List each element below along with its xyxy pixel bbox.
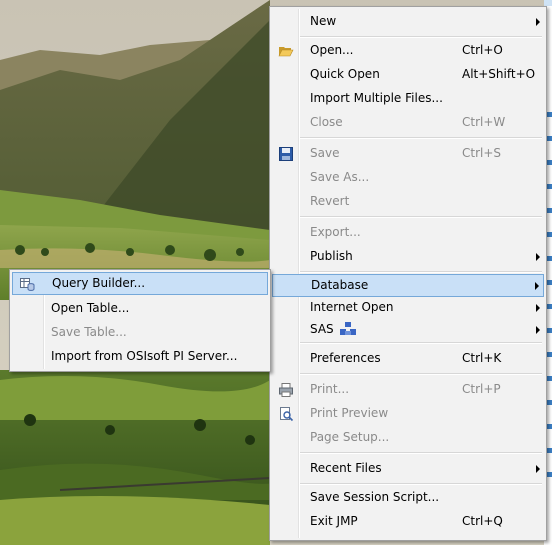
menu-item-print-preview[interactable]: Print Preview	[272, 402, 544, 425]
submenu-arrow-icon	[536, 326, 540, 334]
menu-item-shortcut: Ctrl+O	[462, 43, 503, 57]
menu-item-label: Save	[310, 146, 340, 160]
query-builder-icon	[19, 276, 35, 292]
menu-item-sas[interactable]: SAS	[272, 318, 544, 341]
menu-item-label: Print Preview	[310, 406, 389, 420]
folder-open-icon	[278, 43, 294, 59]
menu-item-shortcut: Ctrl+S	[462, 146, 502, 160]
menu-item-label: Database	[311, 278, 369, 292]
menu-separator	[300, 36, 542, 38]
menu-item-label: Import from OSIsoft PI Server...	[51, 349, 238, 363]
menu-item-label: Save As...	[310, 170, 370, 184]
menu-separator	[300, 137, 542, 139]
file-menu: New Open... Ctrl+O Quick Open Alt+Shift+…	[269, 6, 547, 541]
menu-item-shortcut: Ctrl+K	[462, 351, 502, 365]
menu-item-label: SAS	[310, 322, 334, 336]
submenu-arrow-icon	[536, 253, 540, 261]
submenu-arrow-icon	[536, 18, 540, 26]
menu-item-print[interactable]: Print... Ctrl+P	[272, 378, 544, 401]
menu-item-label: Print...	[310, 382, 350, 396]
menu-separator	[300, 452, 542, 454]
submenu-arrow-icon	[535, 282, 539, 290]
submenu-item-import-osisoft-pi[interactable]: Import from OSIsoft PI Server...	[12, 345, 268, 368]
menu-separator	[300, 216, 542, 218]
menu-item-label: Save Table...	[51, 325, 127, 339]
menu-item-label: Preferences	[310, 351, 381, 365]
menu-item-publish[interactable]: Publish	[272, 245, 544, 268]
menu-item-label: Close	[310, 115, 343, 129]
menu-item-shortcut: Alt+Shift+O	[462, 67, 536, 81]
menu-item-label: Revert	[310, 194, 350, 208]
menu-item-label: Import Multiple Files...	[310, 91, 443, 105]
menu-item-shortcut: Ctrl+P	[462, 382, 501, 396]
menu-item-import-multiple-files[interactable]: Import Multiple Files...	[272, 87, 544, 110]
menu-item-quick-open[interactable]: Quick Open Alt+Shift+O	[272, 63, 544, 86]
menu-item-label: Query Builder...	[52, 276, 146, 290]
menu-item-recent-files[interactable]: Recent Files	[272, 457, 544, 480]
submenu-item-save-table[interactable]: Save Table...	[12, 321, 268, 344]
submenu-item-query-builder[interactable]: Query Builder...	[12, 272, 268, 295]
menu-separator	[300, 373, 542, 375]
menu-item-new[interactable]: New	[272, 10, 544, 33]
submenu-item-open-table[interactable]: Open Table...	[12, 297, 268, 320]
menu-item-label: Quick Open	[310, 67, 380, 81]
sas-logo-icon	[339, 322, 356, 339]
menu-item-database[interactable]: Database	[272, 274, 544, 297]
menu-item-label: Internet Open	[310, 300, 394, 314]
submenu-arrow-icon	[536, 304, 540, 312]
menu-item-label: Save Session Script...	[310, 490, 440, 504]
menu-item-label-wrap: SAS	[310, 322, 356, 339]
database-submenu: Query Builder... Open Table... Save Tabl…	[9, 269, 271, 372]
menu-item-open[interactable]: Open... Ctrl+O	[272, 39, 544, 62]
menu-item-preferences[interactable]: Preferences Ctrl+K	[272, 347, 544, 370]
menu-item-label: Exit JMP	[310, 514, 358, 528]
menu-item-shortcut: Ctrl+W	[462, 115, 506, 129]
printer-icon	[278, 382, 294, 398]
menu-separator	[300, 342, 542, 344]
menu-item-label: Export...	[310, 225, 361, 239]
menu-item-revert[interactable]: Revert	[272, 190, 544, 213]
floppy-disk-icon	[278, 146, 294, 162]
menu-item-label: Open Table...	[51, 301, 130, 315]
menu-separator	[300, 271, 542, 273]
menu-item-label: Open...	[310, 43, 354, 57]
menu-item-save[interactable]: Save Ctrl+S	[272, 142, 544, 165]
menu-separator	[300, 483, 542, 485]
menu-item-save-as[interactable]: Save As...	[272, 166, 544, 189]
menu-item-save-session-script[interactable]: Save Session Script...	[272, 486, 544, 509]
submenu-arrow-icon	[536, 465, 540, 473]
menu-item-label: Publish	[310, 249, 353, 263]
menu-item-page-setup[interactable]: Page Setup...	[272, 426, 544, 449]
menu-item-export[interactable]: Export...	[272, 221, 544, 244]
print-preview-icon	[278, 406, 294, 422]
menu-item-exit-jmp[interactable]: Exit JMP Ctrl+Q	[272, 510, 544, 533]
menu-item-close[interactable]: Close Ctrl+W	[272, 111, 544, 134]
menu-item-label: Recent Files	[310, 461, 382, 475]
menu-item-shortcut: Ctrl+Q	[462, 514, 503, 528]
menu-item-label: New	[310, 14, 337, 28]
menu-item-internet-open[interactable]: Internet Open	[272, 296, 544, 319]
menu-item-label: Page Setup...	[310, 430, 390, 444]
